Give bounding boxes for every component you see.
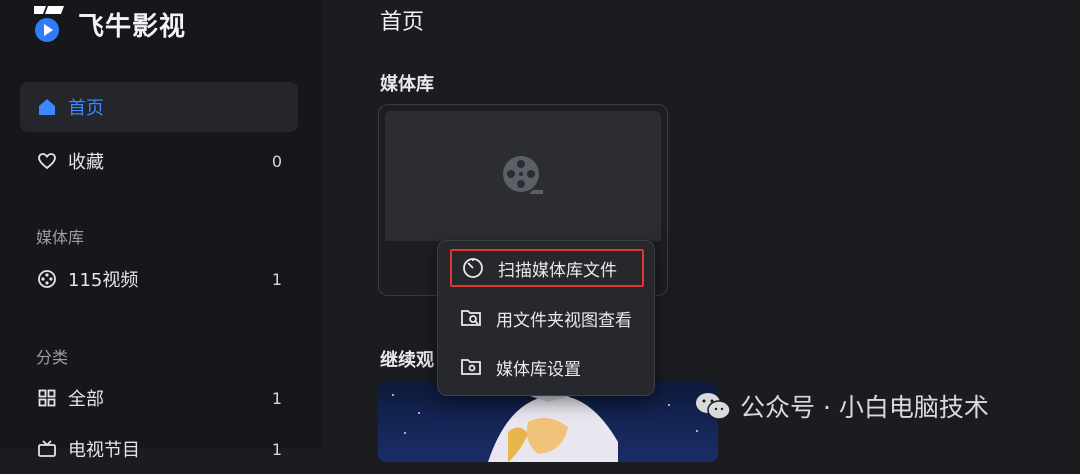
sidebar-item-115-video[interactable]: 115视频 1 [20,254,298,304]
category-count: 1 [271,388,282,408]
film-reel-icon [503,156,543,194]
library-count: 1 [271,269,282,289]
star-decoration [392,394,394,396]
library-section-title: 媒体库 [380,74,434,95]
scan-icon [462,257,484,279]
menu-item-scan-library[interactable]: 扫描媒体库文件 [450,249,644,287]
sidebar: 飞牛影视 首页 收藏 0 媒体库 115视频 1 分类 全部 1 电视节目 1 [0,0,322,461]
section-label-media: 媒体库 [36,228,85,247]
section-label-category: 分类 [36,348,69,367]
watermark-text: 公众号 · 小白电脑技术 [740,393,989,422]
sidebar-item-label: 收藏 [68,152,104,173]
favorites-count: 0 [271,151,282,171]
main-content: 首页 媒体库 继续观 [322,0,1080,462]
star-decoration [696,430,698,432]
menu-item-label: 扫描媒体库文件 [498,260,617,281]
sidebar-item-label: 电视节目 [68,440,140,461]
logo-icon [34,6,64,42]
sidebar-item-favorites[interactable]: 收藏 0 [20,136,298,186]
star-decoration [668,404,670,406]
tv-icon [36,438,58,460]
menu-item-label: 媒体库设置 [496,359,581,380]
page-title: 首页 [380,10,425,35]
film-reel-icon [36,268,58,290]
menu-item-label: 用文件夹视图查看 [496,310,632,331]
context-menu: 扫描媒体库文件 用文件夹视图查看 媒体库设置 [437,240,655,396]
folder-search-icon [460,307,482,329]
star-decoration [404,432,406,434]
wechat-icon [696,393,731,420]
sidebar-item-label: 115视频 [68,270,139,291]
heart-icon [36,150,58,172]
sidebar-item-tv[interactable]: 电视节目 1 [20,424,298,474]
app-name: 飞牛影视 [78,11,187,42]
folder-settings-icon [460,356,482,378]
app-logo[interactable]: 飞牛影视 [30,2,186,46]
sidebar-item-label: 全部 [68,389,104,410]
menu-item-library-settings[interactable]: 媒体库设置 [450,348,644,386]
watermark: 公众号 · 小白电脑技术 [694,386,989,426]
continue-section-title: 继续观 [380,350,434,371]
category-count: 1 [271,439,282,459]
sidebar-item-all[interactable]: 全部 1 [20,373,298,423]
home-icon [36,96,58,118]
sidebar-item-home[interactable]: 首页 [20,82,298,132]
grid-icon [36,387,58,409]
library-thumbnail [385,111,661,241]
menu-item-folder-view[interactable]: 用文件夹视图查看 [450,299,644,337]
star-decoration [418,412,420,414]
sidebar-item-label: 首页 [68,98,104,119]
